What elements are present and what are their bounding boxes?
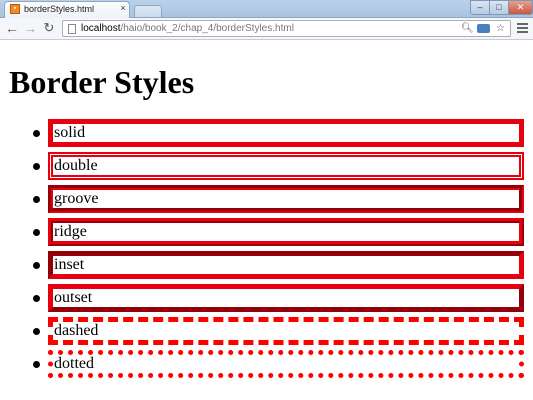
maximize-button[interactable]: □ — [489, 0, 509, 15]
item-label: ridge — [54, 223, 87, 240]
close-window-button[interactable]: ✕ — [508, 0, 533, 15]
tab-title: borderStyles.html — [24, 4, 95, 14]
border-box-solid: solid — [48, 119, 524, 147]
bullet — [33, 262, 40, 269]
item-label: inset — [54, 256, 85, 273]
minimize-button[interactable]: – — [470, 0, 490, 15]
list-item: groove — [0, 185, 533, 215]
page-content: Border Styles solid double groove ridge … — [0, 40, 533, 400]
item-label: solid — [54, 124, 86, 141]
border-box-double: double — [48, 152, 524, 180]
url-path: /haio/book_2/chap_4/borderStyles.html — [120, 23, 294, 34]
bullet — [33, 361, 40, 368]
forward-arrow-icon[interactable]: → — [22, 20, 38, 36]
border-box-dotted: dotted — [48, 350, 524, 378]
html-file-icon: ▪ — [10, 4, 20, 14]
list-item: dotted — [0, 350, 533, 380]
bullet — [33, 196, 40, 203]
new-tab-button[interactable] — [134, 5, 162, 17]
item-label: double — [54, 157, 98, 174]
extension-icon[interactable] — [477, 24, 490, 33]
item-label: outset — [54, 289, 93, 306]
list-item: inset — [0, 251, 533, 281]
page-title: Border Styles — [9, 64, 195, 100]
bullet — [33, 130, 40, 137]
title-bar: ▪ borderStyles.html × – □ ✕ — [0, 0, 533, 18]
menu-icon[interactable] — [517, 21, 528, 35]
item-label: dotted — [54, 355, 94, 372]
page-icon — [68, 24, 76, 34]
bullet — [33, 229, 40, 236]
list-item: outset — [0, 284, 533, 314]
bullet — [33, 295, 40, 302]
back-arrow-icon[interactable]: ← — [4, 20, 20, 36]
browser-chrome: ▪ borderStyles.html × – □ ✕ ← → ↻ localh… — [0, 0, 533, 40]
border-box-inset: inset — [48, 251, 524, 279]
border-box-dashed: dashed — [48, 317, 524, 345]
list-item: solid — [0, 119, 533, 149]
address-bar[interactable]: localhost/haio/book_2/chap_4/borderStyle… — [62, 20, 511, 37]
border-box-outset: outset — [48, 284, 524, 312]
star-icon[interactable]: ☆ — [496, 22, 505, 36]
toolbar: ← → ↻ localhost/haio/book_2/chap_4/borde… — [0, 18, 533, 40]
border-box-ridge: ridge — [48, 218, 524, 246]
reload-icon[interactable]: ↻ — [41, 20, 57, 36]
list-item: double — [0, 152, 533, 182]
close-tab-icon[interactable]: × — [118, 3, 128, 13]
zoom-icon[interactable]: 🔍︎ — [461, 22, 474, 36]
url-host: localhost — [81, 23, 121, 34]
bullet — [33, 163, 40, 170]
browser-tab[interactable]: ▪ borderStyles.html × — [4, 1, 130, 18]
list-item: ridge — [0, 218, 533, 248]
list-item: dashed — [0, 317, 533, 347]
bullet — [33, 328, 40, 335]
item-label: dashed — [54, 322, 99, 339]
border-box-groove: groove — [48, 185, 524, 213]
url-text: localhost/haio/book_2/chap_4/borderStyle… — [81, 22, 294, 36]
item-label: groove — [54, 190, 99, 207]
